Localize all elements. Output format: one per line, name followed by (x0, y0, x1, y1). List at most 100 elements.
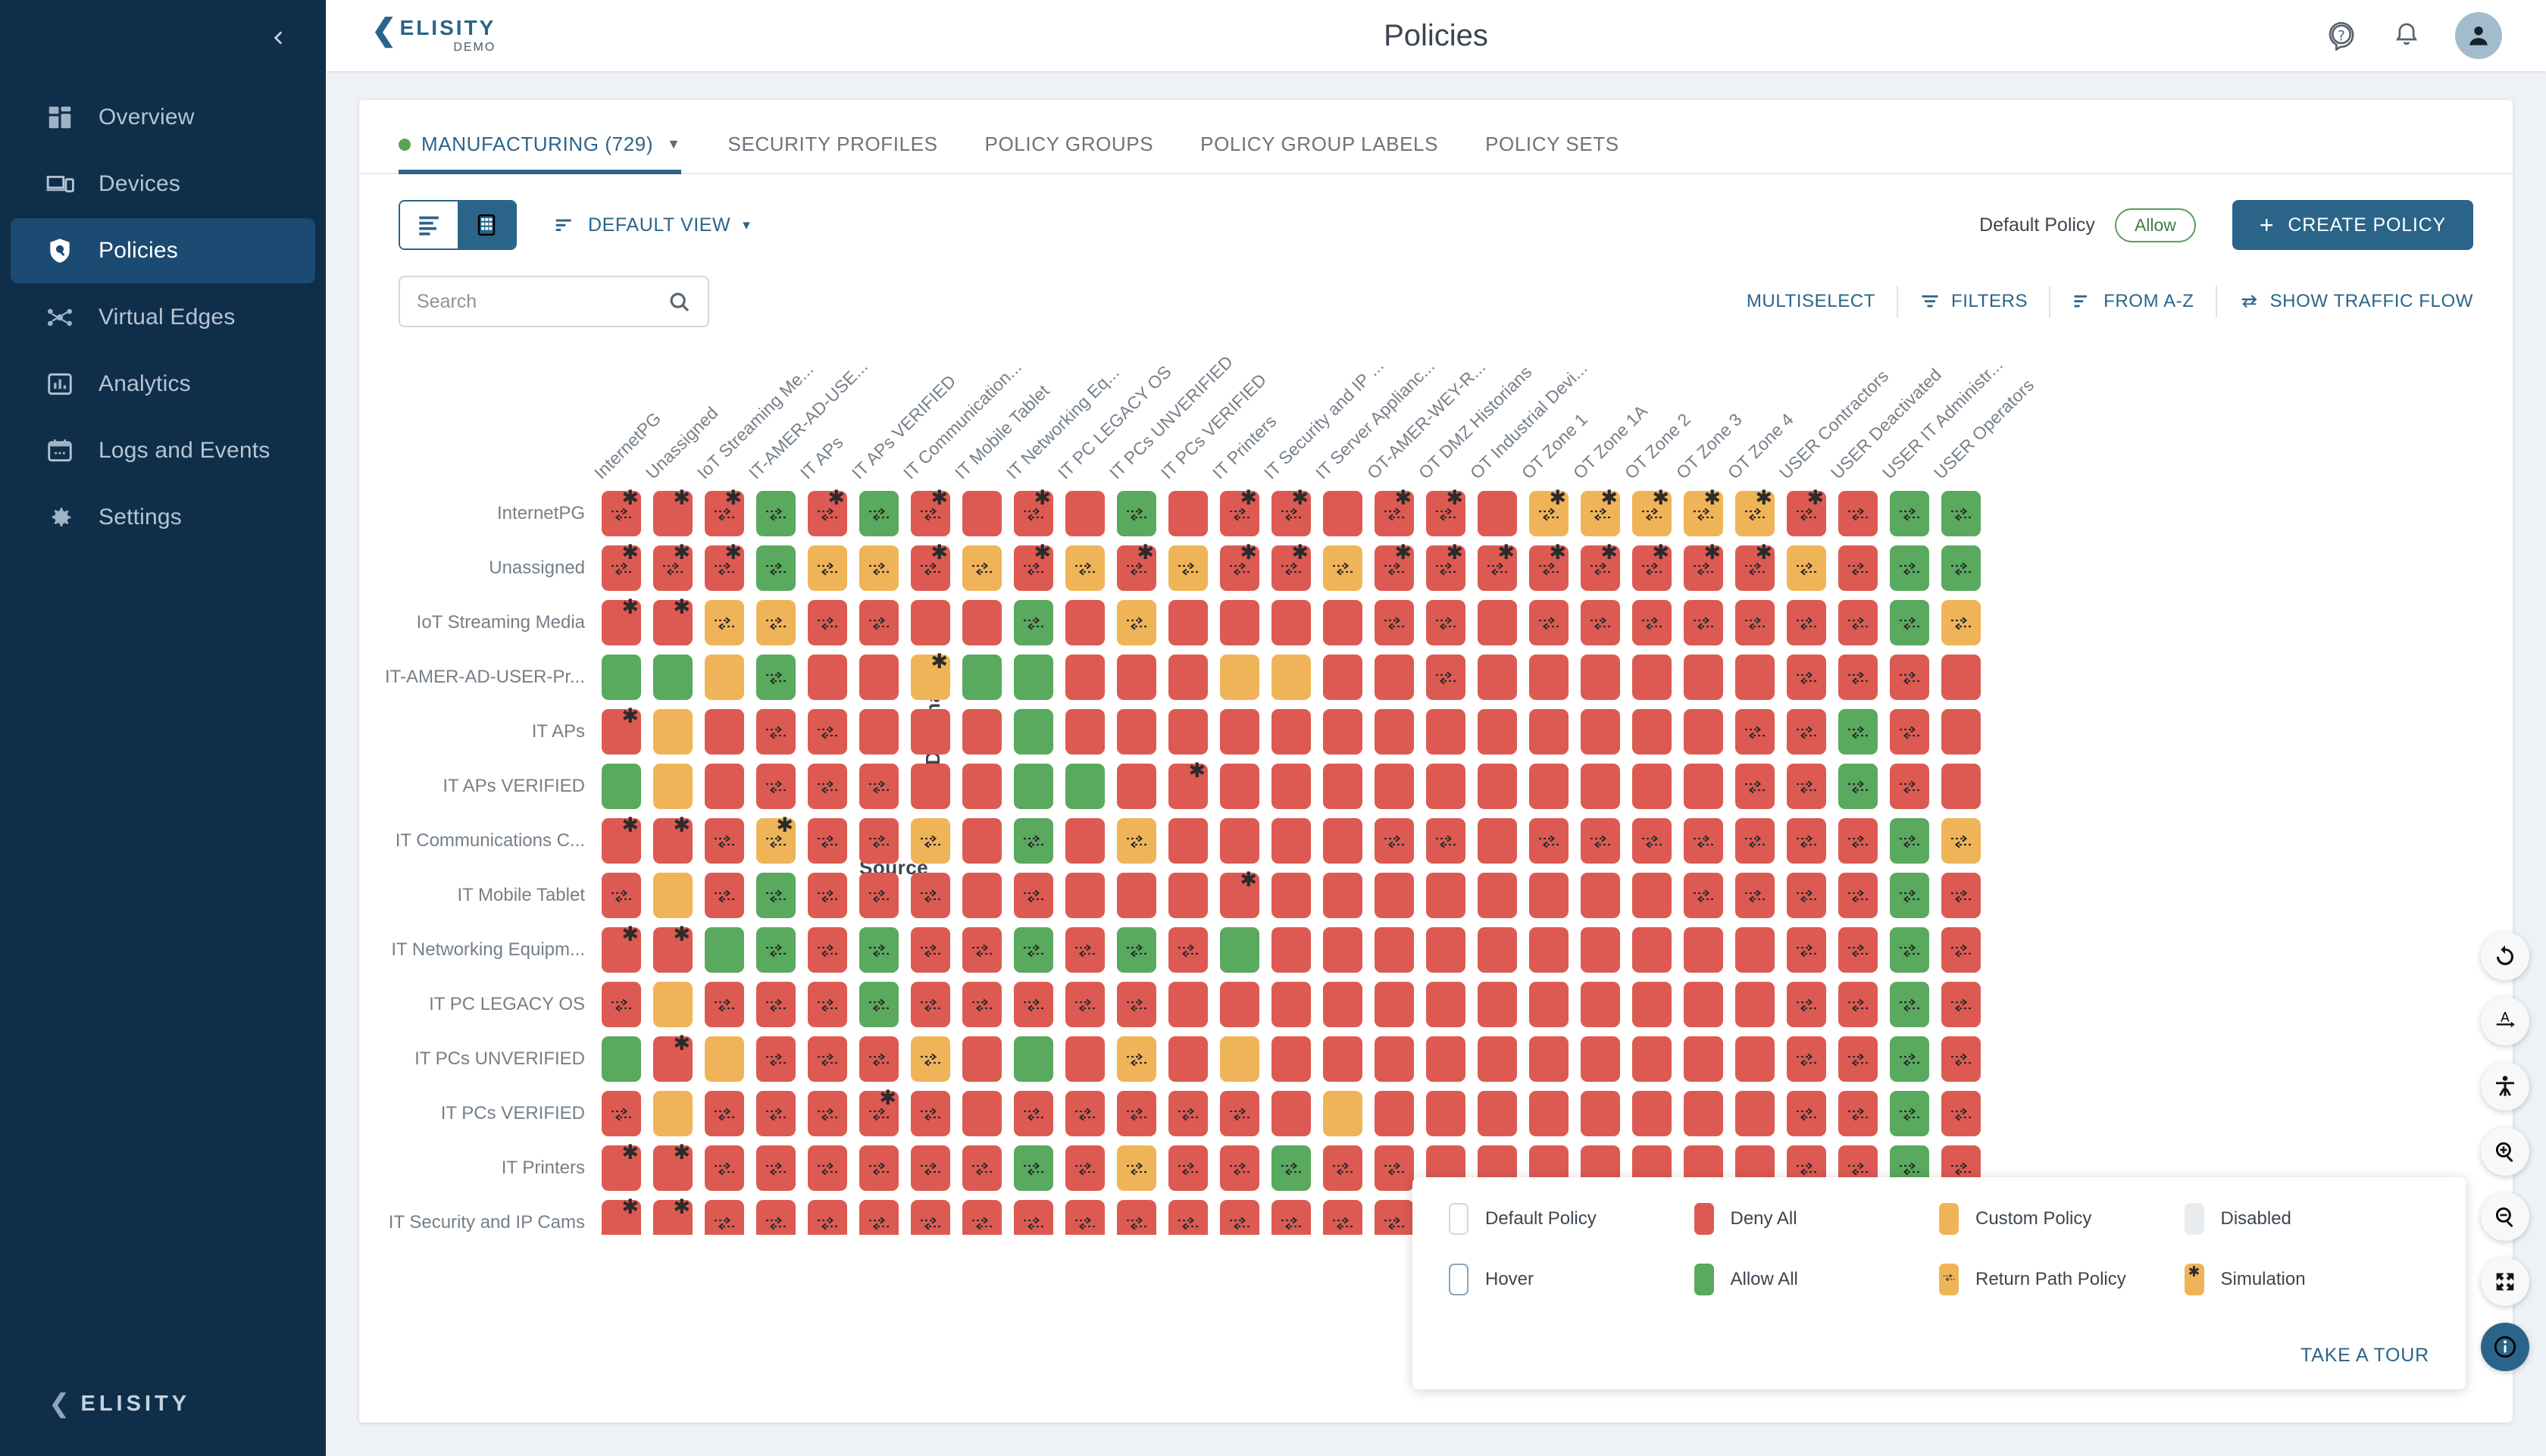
matrix-row-header[interactable]: IT Networking Equipm... (391, 923, 602, 977)
matrix-cell[interactable]: ✱ (1529, 488, 1569, 536)
matrix-cell[interactable] (602, 655, 641, 700)
search-box[interactable] (399, 276, 709, 327)
matrix-cell[interactable] (808, 982, 847, 1027)
matrix-row-header[interactable]: IT PC LEGACY OS (399, 977, 602, 1032)
matrix-cell[interactable] (1271, 1091, 1311, 1136)
matrix-cell[interactable] (859, 545, 899, 591)
matrix-cell[interactable] (1684, 1036, 1723, 1082)
matrix-cell[interactable] (705, 818, 744, 864)
matrix-cell[interactable] (1684, 873, 1723, 918)
matrix-cell[interactable] (1787, 764, 1826, 809)
matrix-cell[interactable] (1838, 982, 1878, 1027)
matrix-cell[interactable] (911, 1091, 950, 1136)
sidebar-collapse-button[interactable] (264, 23, 294, 53)
matrix-cell[interactable]: ✱ (1581, 488, 1620, 536)
matrix-cell[interactable] (1426, 982, 1465, 1027)
matrix-cell[interactable] (1890, 1091, 1929, 1136)
matrix-cell[interactable] (1787, 818, 1826, 864)
matrix-cell[interactable] (756, 982, 796, 1027)
matrix-cell[interactable] (1014, 818, 1053, 864)
matrix-cell[interactable] (1271, 818, 1311, 864)
filter-action-from-a-z[interactable]: FROM A-Z (2049, 286, 2215, 317)
matrix-cell[interactable] (1323, 1091, 1362, 1136)
matrix-cell[interactable] (911, 873, 950, 918)
matrix-cell[interactable] (756, 600, 796, 645)
matrix-cell[interactable] (602, 764, 641, 809)
matrix-cell[interactable] (1941, 1036, 1981, 1082)
matrix-cell[interactable] (1838, 545, 1878, 591)
matrix-cell[interactable] (1941, 655, 1981, 700)
matrix-cell[interactable]: ✱ (602, 1142, 641, 1191)
matrix-cell[interactable] (1941, 1091, 1981, 1136)
matrix-cell[interactable] (1117, 1145, 1156, 1191)
matrix-cell[interactable] (808, 764, 847, 809)
matrix-cell[interactable] (1529, 1091, 1569, 1136)
matrix-cell[interactable] (1632, 1036, 1672, 1082)
matrix-cell[interactable] (808, 655, 847, 700)
matrix-cell[interactable] (1323, 491, 1362, 536)
matrix-cell[interactable]: ✱ (1117, 542, 1156, 591)
matrix-cell[interactable] (1632, 764, 1672, 809)
matrix-cell[interactable] (1478, 491, 1517, 536)
matrix-cell[interactable] (1941, 764, 1981, 809)
matrix-cell[interactable]: ✱ (653, 924, 693, 973)
matrix-cell[interactable] (1271, 600, 1311, 645)
matrix-cell[interactable] (1684, 1091, 1723, 1136)
matrix-cell[interactable] (962, 818, 1002, 864)
matrix-cell[interactable]: ✱ (1426, 488, 1465, 536)
matrix-cell[interactable]: ✱ (1787, 488, 1826, 536)
matrix-cell[interactable] (1323, 600, 1362, 645)
matrix-cell[interactable] (1632, 600, 1672, 645)
matrix-cell[interactable] (1117, 655, 1156, 700)
matrix-cell[interactable]: ✱ (1375, 542, 1414, 591)
matrix-cell[interactable] (1426, 709, 1465, 755)
matrix-cell[interactable] (1890, 927, 1929, 973)
matrix-cell[interactable] (1838, 873, 1878, 918)
matrix-cell[interactable] (859, 709, 899, 755)
filter-action-show-traffic-flow[interactable]: SHOW TRAFFIC FLOW (2215, 286, 2473, 317)
matrix-cell[interactable]: ✱ (705, 488, 744, 536)
matrix-cell[interactable] (962, 1200, 1002, 1235)
matrix-row-header[interactable]: IT APs (399, 705, 602, 759)
matrix-cell[interactable] (1323, 1200, 1362, 1235)
matrix-cell[interactable]: ✱ (1271, 488, 1311, 536)
matrix-cell[interactable]: ✱ (602, 706, 641, 755)
matrix-cell[interactable]: ✱ (1684, 542, 1723, 591)
matrix-cell[interactable] (1632, 982, 1672, 1027)
matrix-cell[interactable] (962, 491, 1002, 536)
matrix-cell[interactable] (705, 1036, 744, 1082)
matrix-cell[interactable] (1271, 982, 1311, 1027)
matrix-cell[interactable] (1014, 982, 1053, 1027)
matrix-cell[interactable] (911, 709, 950, 755)
matrix-cell[interactable] (1168, 818, 1208, 864)
matrix-cell[interactable] (1220, 1091, 1259, 1136)
tab-policy-sets[interactable]: POLICY SETS (1485, 133, 1619, 173)
sidebar-item-overview[interactable]: Overview (11, 85, 315, 150)
matrix-cell[interactable] (1065, 1200, 1105, 1235)
matrix-cell[interactable] (1581, 600, 1620, 645)
matrix-row-header[interactable]: IT PCs VERIFIED (399, 1086, 602, 1141)
matrix-cell[interactable] (1065, 982, 1105, 1027)
matrix-cell[interactable] (808, 1036, 847, 1082)
matrix-cell[interactable] (1581, 927, 1620, 973)
matrix-cell[interactable] (1375, 1036, 1414, 1082)
matrix-cell[interactable] (653, 764, 693, 809)
matrix-cell[interactable]: ✱ (602, 542, 641, 591)
matrix-cell[interactable] (1735, 709, 1775, 755)
matrix-cell[interactable] (1065, 1091, 1105, 1136)
matrix-cell[interactable] (1323, 982, 1362, 1027)
matrix-cell[interactable] (1168, 927, 1208, 973)
matrix-cell[interactable] (756, 655, 796, 700)
matrix-cell[interactable] (1271, 764, 1311, 809)
matrix-cell[interactable]: ✱ (1220, 870, 1259, 918)
matrix-cell[interactable]: ✱ (602, 1197, 641, 1235)
matrix-cell[interactable] (1941, 709, 1981, 755)
matrix-cell[interactable] (1838, 655, 1878, 700)
matrix-cell[interactable] (1941, 491, 1981, 536)
matrix-cell[interactable] (1581, 818, 1620, 864)
matrix-cell[interactable]: ✱ (653, 597, 693, 645)
matrix-cell[interactable] (1787, 1091, 1826, 1136)
matrix-cell[interactable] (1220, 600, 1259, 645)
matrix-cell[interactable] (602, 1091, 641, 1136)
matrix-cell[interactable] (911, 818, 950, 864)
